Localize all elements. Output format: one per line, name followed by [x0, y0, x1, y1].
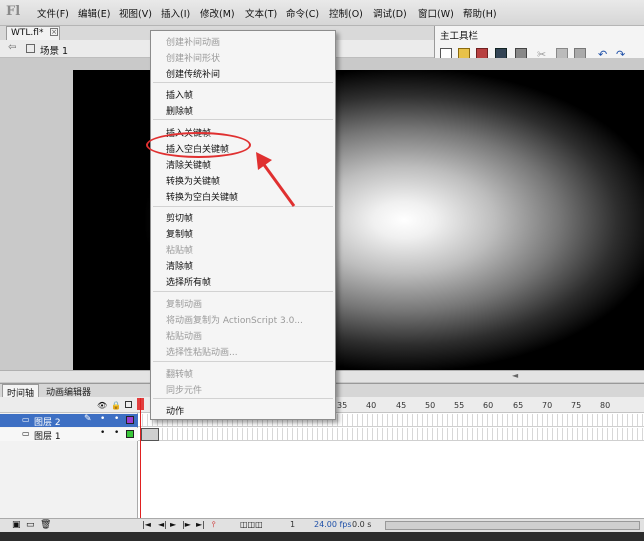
last-frame-icon[interactable]: ►| — [196, 520, 205, 529]
menu-edit[interactable]: 编辑(E) — [78, 6, 110, 20]
tab-motion-editor[interactable]: 动画编辑器 — [42, 384, 95, 398]
lock-dot[interactable]: • — [114, 414, 119, 424]
app-logo: Fl — [6, 4, 21, 19]
elapsed-time: 0.0 s — [352, 520, 372, 529]
playhead[interactable] — [140, 398, 141, 520]
menu-item-create-classic-tween[interactable]: 创建传统补间 — [166, 67, 220, 80]
layer-row-1[interactable]: ▭ 图层 1 • • — [0, 428, 138, 442]
back-arrow-icon[interactable]: ⇦ — [8, 42, 16, 53]
highlight-ellipse — [146, 132, 251, 158]
document-tab-label: WTL.fl* — [11, 28, 44, 38]
lock-icon[interactable]: 🔒 — [111, 401, 121, 410]
scene-icon — [26, 44, 35, 53]
menu-file[interactable]: 文件(F) — [37, 6, 69, 20]
menu-item-create-shape-tween: 创建补间形状 — [166, 54, 221, 64]
first-frame-icon[interactable]: |◄ — [142, 520, 151, 529]
ruler-label: 60 — [483, 401, 494, 410]
menu-item-synchronize-symbols: 同步元件 — [166, 386, 203, 396]
onion-skin-icon[interactable]: ◫◫◫ — [240, 520, 263, 529]
ruler-label: 75 — [571, 401, 582, 410]
scroll-arrow-icon[interactable]: ◄ — [512, 371, 518, 380]
new-layer-icon[interactable]: ▣ — [12, 520, 21, 530]
outline-icon[interactable] — [125, 401, 132, 408]
layer-color-swatch[interactable] — [126, 416, 134, 424]
menu-separator — [153, 119, 333, 120]
ruler-label: 40 — [366, 401, 377, 410]
scene-label[interactable]: 场景 1 — [40, 43, 68, 57]
menu-item-convert-to-blank-keyframe[interactable]: 转换为空白关键帧 — [166, 190, 238, 203]
layer-row-2[interactable]: ▭ 图层 2 ✎ • • — [0, 414, 138, 428]
menu-item-paste-motion-special: 选择性粘贴动画... — [166, 348, 238, 358]
menu-item-clear-keyframe[interactable]: 清除关键帧 — [166, 158, 211, 171]
current-frame: 1 — [290, 520, 296, 529]
menu-item-delete-frame[interactable]: 删除帧 — [166, 104, 193, 117]
visibility-dot[interactable]: • — [100, 414, 105, 424]
ruler-label: 45 — [396, 401, 407, 410]
menu-item-copy-motion-as-as3: 将动画复制为 ActionScript 3.0... — [166, 316, 303, 326]
eye-icon[interactable]: 👁 — [97, 401, 107, 410]
menu-item-actions[interactable]: 动作 — [166, 404, 184, 417]
frames-row-layer-1[interactable] — [138, 428, 644, 441]
next-frame-icon[interactable]: |► — [182, 520, 191, 529]
menu-debug[interactable]: 调试(D) — [373, 6, 407, 20]
menu-window[interactable]: 窗口(W) — [418, 6, 454, 20]
bottom-strip — [0, 532, 644, 541]
timeline-scrollbar[interactable] — [385, 521, 640, 530]
menu-item-convert-to-keyframe[interactable]: 转换为关键帧 — [166, 174, 220, 187]
new-folder-icon[interactable]: ▭ — [26, 520, 35, 530]
layer-name[interactable]: 图层 1 — [34, 429, 61, 442]
menu-item-select-all-frames[interactable]: 选择所有帧 — [166, 275, 211, 288]
play-icon[interactable]: ► — [170, 520, 176, 529]
prev-frame-icon[interactable]: ◄| — [158, 520, 167, 529]
layer-icon: ▭ — [22, 415, 30, 424]
ruler-label: 50 — [425, 401, 436, 410]
menu-view[interactable]: 视图(V) — [119, 6, 152, 20]
layer-icon: ▭ — [22, 429, 30, 438]
visibility-dot[interactable]: • — [100, 428, 105, 438]
menu-item-reverse-frames: 翻转帧 — [166, 370, 194, 380]
pencil-icon: ✎ — [84, 414, 92, 424]
menu-item-paste-motion: 粘贴动画 — [166, 332, 203, 342]
menu-item-clear-frames[interactable]: 清除帧 — [166, 259, 193, 272]
menu-item-paste-frames: 粘贴帧 — [166, 246, 194, 256]
frame-rate[interactable]: 24.00 fps — [314, 520, 352, 529]
red-arrow-icon — [256, 152, 296, 207]
center-frame-icon[interactable]: ⫯ — [212, 520, 215, 530]
menu-separator — [153, 361, 333, 362]
layer-name[interactable]: 图层 2 — [34, 415, 61, 428]
menu-separator — [153, 291, 333, 292]
menu-modify[interactable]: 修改(M) — [200, 6, 235, 20]
ruler-label: 35 — [337, 401, 348, 410]
ruler-label: 65 — [513, 401, 524, 410]
menu-insert[interactable]: 插入(I) — [161, 6, 190, 20]
menu-help[interactable]: 帮助(H) — [463, 6, 497, 20]
keyframe-span[interactable] — [141, 428, 159, 441]
menu-item-cut-frames[interactable]: 剪切帧 — [166, 211, 193, 224]
menu-separator — [153, 206, 333, 207]
tab-timeline[interactable]: 时间轴 — [2, 384, 40, 399]
lock-dot[interactable]: • — [114, 428, 119, 438]
menu-item-insert-frame[interactable]: 插入帧 — [166, 88, 193, 101]
ruler-label: 80 — [600, 401, 611, 410]
menu-separator — [153, 398, 333, 399]
ruler-label: 55 — [454, 401, 465, 410]
menu-item-copy-frames[interactable]: 复制帧 — [166, 227, 193, 240]
delete-layer-icon[interactable]: 🗑 — [40, 520, 51, 530]
ruler-label: 70 — [542, 401, 553, 410]
menu-commands[interactable]: 命令(C) — [286, 6, 319, 20]
menu-control[interactable]: 控制(O) — [329, 6, 363, 20]
menu-text[interactable]: 文本(T) — [245, 6, 277, 20]
menu-item-copy-motion: 复制动画 — [166, 300, 203, 310]
close-icon[interactable]: × — [50, 28, 58, 36]
menu-item-create-motion-tween: 创建补间动画 — [166, 38, 221, 48]
menu-separator — [153, 82, 333, 83]
layer-color-swatch[interactable] — [126, 430, 134, 438]
toolbar-panel-title: 主工具栏 — [440, 31, 479, 42]
